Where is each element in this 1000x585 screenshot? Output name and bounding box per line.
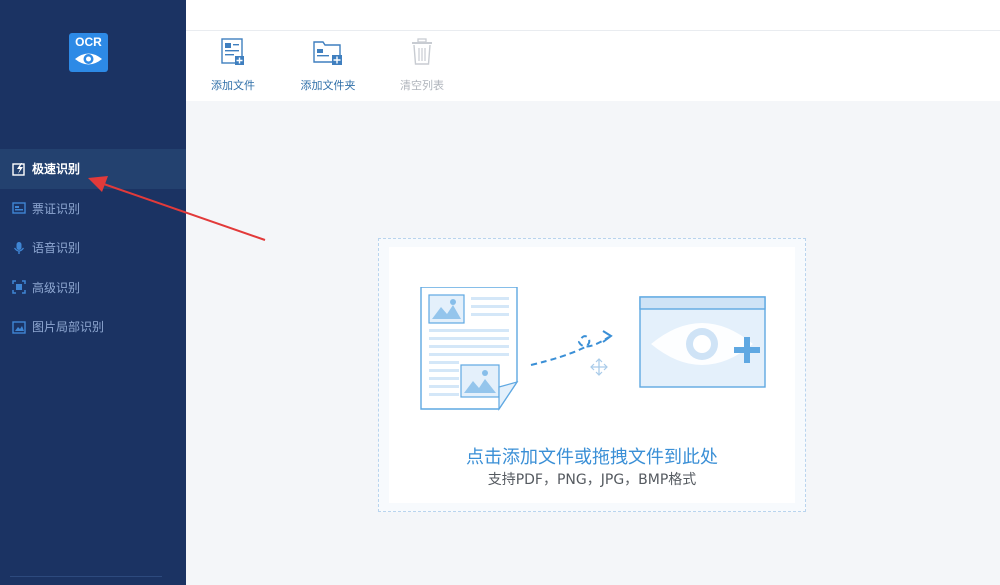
add-file-icon bbox=[210, 38, 256, 68]
sidebar-item-image-partial-recognition[interactable]: 图片局部识别 bbox=[0, 307, 186, 347]
drop-zone-title[interactable]: 点击添加文件或拖拽文件到此处 bbox=[389, 443, 795, 469]
add-folder-icon bbox=[298, 38, 358, 68]
image-crop-icon bbox=[12, 320, 26, 334]
add-folder-button[interactable]: 添加文件夹 bbox=[298, 38, 358, 98]
sidebar-item-label: 高级识别 bbox=[32, 280, 81, 295]
lightning-edit-icon bbox=[12, 162, 26, 176]
add-file-button[interactable]: 添加文件 bbox=[210, 38, 256, 98]
sidebar-divider bbox=[10, 576, 162, 577]
ocr-logo-icon: OCR bbox=[69, 33, 108, 72]
clear-list-button[interactable]: 清空列表 bbox=[394, 38, 450, 98]
sidebar-item-advanced-recognition[interactable]: 高级识别 bbox=[0, 268, 186, 308]
microphone-icon bbox=[12, 241, 26, 255]
sidebar-item-label: 图片局部识别 bbox=[32, 320, 105, 335]
drop-zone-subtitle: 支持PDF，PNG，JPG，BMP格式 bbox=[487, 472, 697, 488]
toolbar: 添加文件 添加文件夹 清空列表 bbox=[186, 0, 1000, 101]
drag-file-illustration-icon bbox=[420, 287, 766, 411]
trash-icon bbox=[394, 38, 450, 68]
sidebar-item-label: 票证识别 bbox=[32, 201, 81, 216]
file-drop-zone[interactable]: 点击添加文件或拖拽文件到此处 支持PDF，PNG，JPG，BMP格式 bbox=[378, 238, 806, 512]
add-file-label: 添加文件 bbox=[211, 79, 255, 92]
drop-zone-panel: 点击添加文件或拖拽文件到此处 支持PDF，PNG，JPG，BMP格式 bbox=[389, 247, 795, 503]
ticket-icon bbox=[12, 201, 26, 215]
sidebar: OCR 极速识别 票证识别 语音识别 高级识别 图片局部识别 bbox=[0, 0, 186, 585]
title-bar-divider bbox=[186, 30, 1000, 31]
scan-frame-icon bbox=[12, 280, 26, 294]
clear-list-label: 清空列表 bbox=[400, 79, 444, 92]
logo-text: OCR bbox=[75, 35, 102, 49]
sidebar-item-label: 极速识别 bbox=[32, 162, 81, 177]
add-folder-label: 添加文件夹 bbox=[300, 79, 356, 92]
red-arrow-annotation-icon bbox=[88, 176, 266, 241]
sidebar-item-label: 语音识别 bbox=[32, 241, 81, 256]
